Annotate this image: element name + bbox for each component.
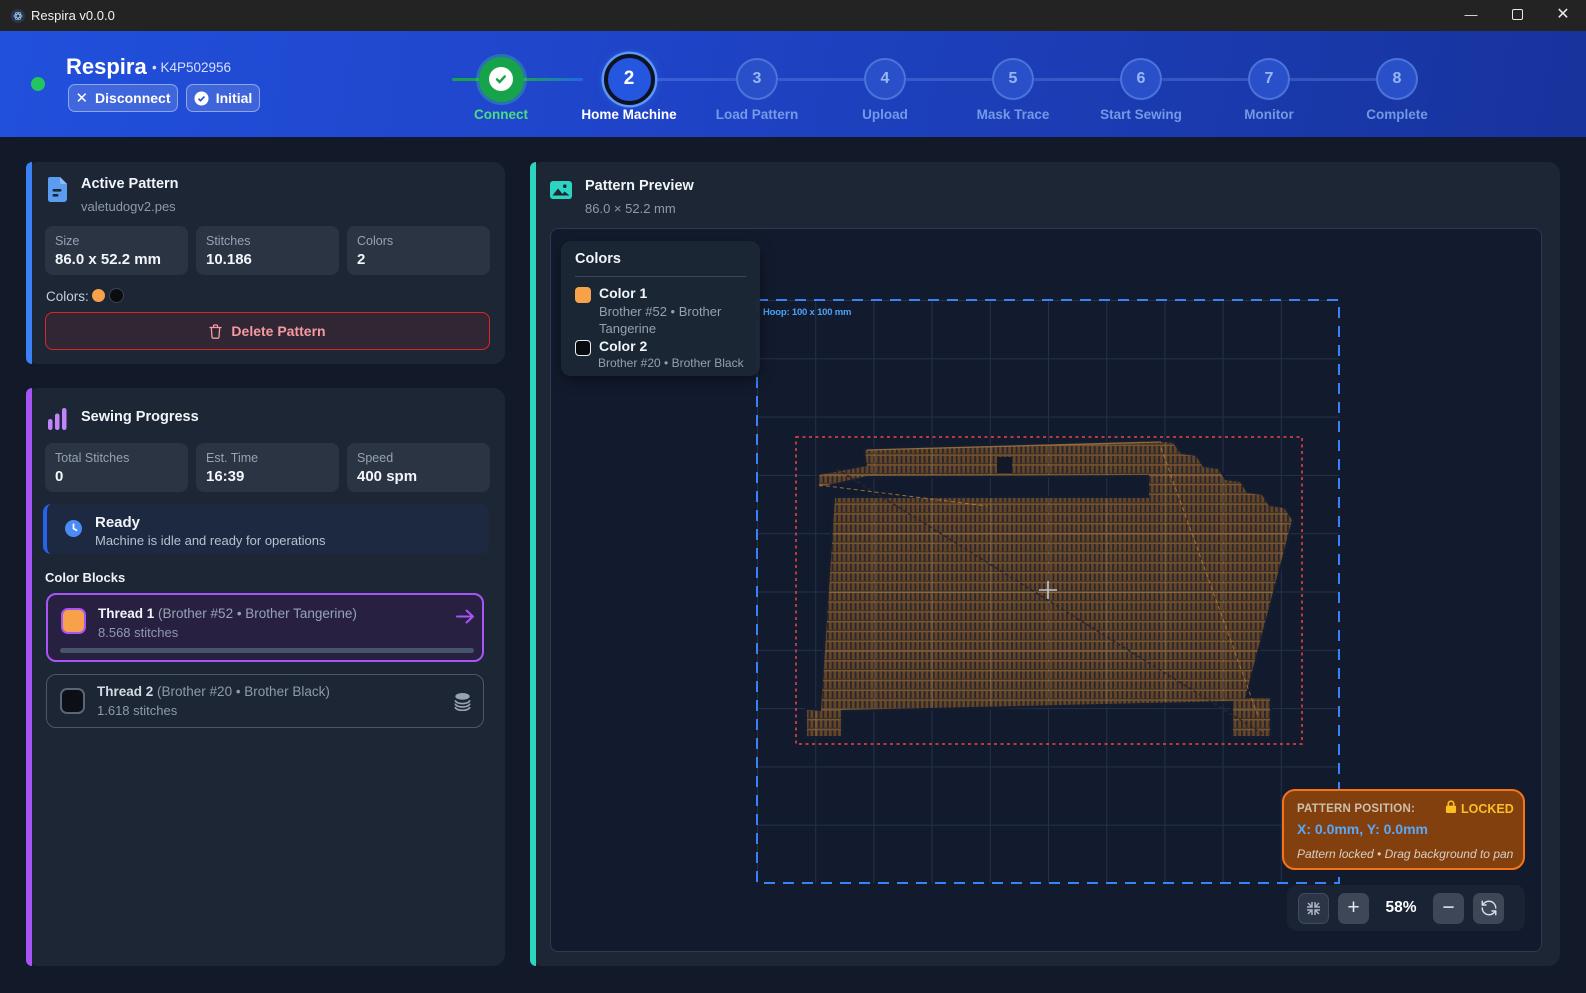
svg-text:Hoop: 100 x 100 mm: Hoop: 100 x 100 mm: [763, 307, 851, 318]
